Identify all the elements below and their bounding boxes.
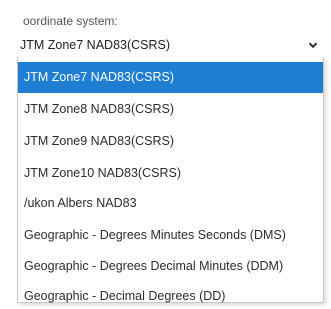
option-geographic-dd[interactable]: Geographic - Decimal Degrees (DD) xyxy=(18,281,323,309)
coordinate-system-label: oordinate system: xyxy=(23,14,118,28)
option-geographic-ddm[interactable]: Geographic - Degrees Decimal Minutes (DD… xyxy=(18,251,323,282)
option-utm-zone7[interactable]: JTM Zone7 NAD83(CSRS) xyxy=(18,62,323,93)
option-yukon-albers[interactable]: /ukon Albers NAD83 xyxy=(18,188,323,219)
coordinate-system-select[interactable]: JTM Zone7 NAD83(CSRS) xyxy=(18,35,323,57)
selected-value: JTM Zone7 NAD83(CSRS) xyxy=(20,38,171,52)
option-geographic-dms[interactable]: Geographic - Degrees Minutes Seconds (DM… xyxy=(18,220,323,251)
chevron-down-icon[interactable] xyxy=(307,39,319,51)
option-utm-zone9[interactable]: JTM Zone9 NAD83(CSRS) xyxy=(18,126,323,157)
option-utm-zone8[interactable]: JTM Zone8 NAD83(CSRS) xyxy=(18,94,323,125)
option-utm-zone10[interactable]: JTM Zone10 NAD83(CSRS) xyxy=(18,158,323,189)
coordinate-system-dropdown-list: JTM Zone7 NAD83(CSRS) JTM Zone8 NAD83(CS… xyxy=(17,57,324,303)
